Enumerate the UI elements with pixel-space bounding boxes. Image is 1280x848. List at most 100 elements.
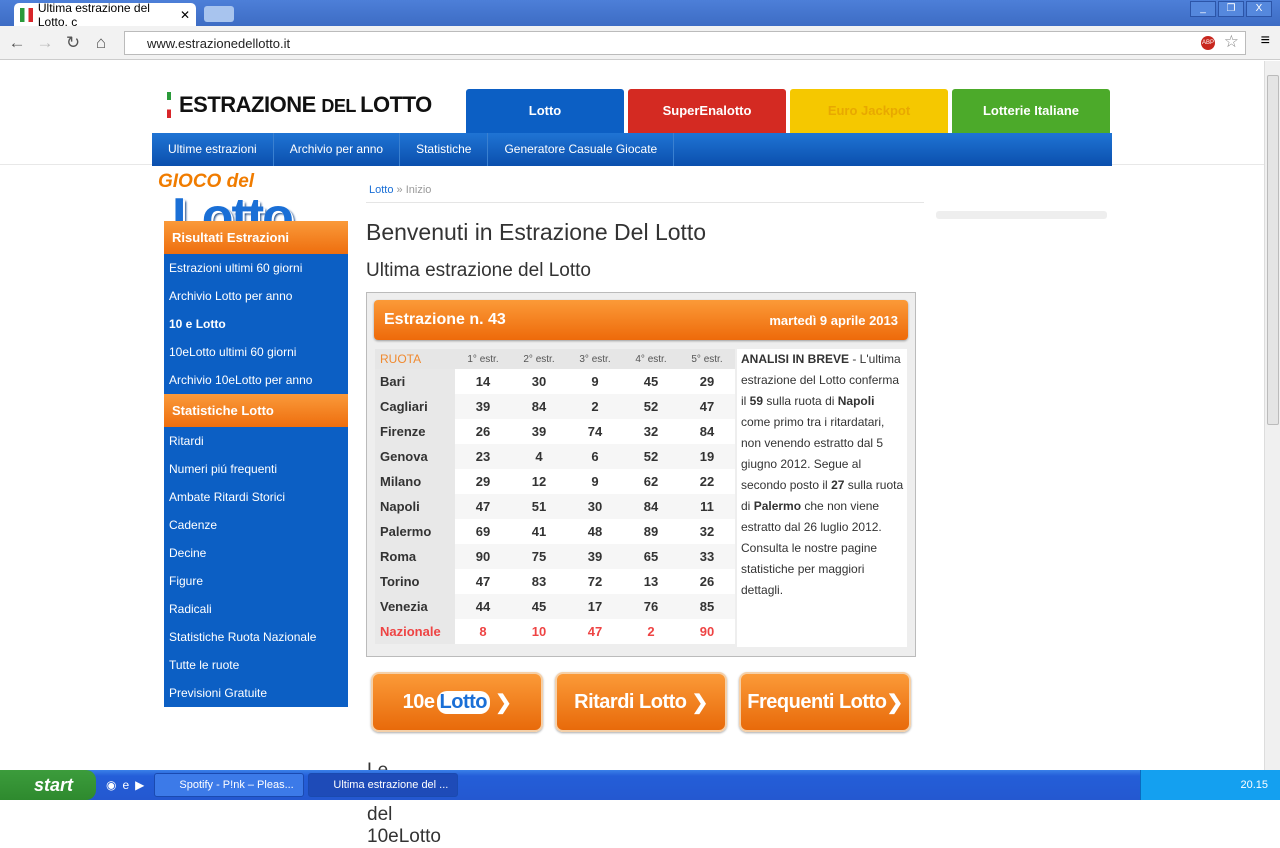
table-row: Nazionale 8 10 47 2 90 — [375, 619, 735, 644]
subnav-item[interactable]: Statistiche — [400, 133, 489, 166]
bookmark-star-icon[interactable]: ☆ — [1224, 32, 1239, 52]
number-cell: 39 — [587, 549, 603, 564]
number-cell: 30 — [531, 374, 547, 389]
number-cell: 89 — [643, 524, 659, 539]
number-cell: 33 — [699, 549, 715, 564]
number-cell: 62 — [643, 474, 659, 489]
ruota-name: Palermo — [375, 519, 455, 544]
game-tab-1[interactable]: SuperEnalotto — [628, 89, 786, 133]
number-cell: 22 — [699, 474, 715, 489]
game-tab-0[interactable]: Lotto — [466, 89, 624, 133]
close-tab-icon[interactable]: ✕ — [180, 8, 190, 22]
number-cell: 45 — [531, 599, 547, 614]
number-cell: 44 — [475, 599, 491, 614]
scrollbar[interactable] — [1264, 61, 1280, 770]
game-tab-3[interactable]: Lotterie Italiane — [952, 89, 1110, 133]
ruota-name: Bari — [375, 369, 455, 394]
table-row: Palermo 69 41 48 89 32 — [375, 519, 735, 544]
ruota-name: Firenze — [375, 419, 455, 444]
address-bar[interactable]: www.estrazionedellotto.it ABP ☆ — [124, 31, 1246, 55]
column-header: 1° estr. — [455, 349, 511, 369]
sidebar-item[interactable]: Ritardi — [164, 427, 348, 455]
reload-icon[interactable]: ↻ — [62, 33, 84, 53]
subnav-item[interactable]: Archivio per anno — [274, 133, 401, 166]
minimize-button[interactable]: _ — [1190, 1, 1216, 17]
main-content: Lotto » Inizio Benvenuti in Estrazione D… — [366, 171, 924, 657]
table-row: Venezia 44 45 17 76 85 — [375, 594, 735, 619]
sidebar-item[interactable]: Decine — [164, 539, 348, 567]
ritardi-lotto-button[interactable]: Ritardi Lotto ❯ — [555, 672, 727, 732]
page-title: Benvenuti in Estrazione Del Lotto — [366, 219, 707, 245]
subnav-item[interactable]: Generatore Casuale Giocate — [488, 133, 675, 166]
sidebar-item[interactable]: Estrazioni ultimi 60 giorni — [164, 254, 348, 282]
forward-icon[interactable]: → — [34, 33, 56, 53]
url-text: www.estrazionedellotto.it — [147, 35, 291, 51]
number-cell: 10 — [531, 624, 547, 639]
start-button[interactable]: start — [0, 770, 96, 800]
close-window-button[interactable]: X — [1246, 1, 1272, 17]
number-cell: 83 — [531, 574, 547, 589]
number-cell: 8 — [479, 624, 487, 639]
system-tray: 20.15 — [1140, 770, 1280, 800]
sidebar-item[interactable]: Tutte le ruote — [164, 651, 348, 679]
number-cell: 74 — [587, 424, 603, 439]
number-cell: 4 — [535, 449, 543, 464]
number-cell: 13 — [643, 574, 659, 589]
ie-quicklaunch-icon[interactable]: e — [122, 778, 129, 792]
sidebar-item[interactable]: Cadenze — [164, 511, 348, 539]
sidebar-item[interactable]: Statistiche Ruota Nazionale — [164, 623, 348, 651]
number-cell: 32 — [699, 524, 715, 539]
media-quicklaunch-icon[interactable]: ▶ — [135, 778, 144, 792]
column-header: 3° estr. — [567, 349, 623, 369]
sidebar-item[interactable]: Radicali — [164, 595, 348, 623]
frequenti-lotto-button[interactable]: Frequenti Lotto ❯ — [739, 672, 911, 732]
table-row: Torino 47 83 72 13 26 — [375, 569, 735, 594]
new-tab-button[interactable] — [204, 6, 234, 22]
task-spotify[interactable]: Spotify - P!nk – Pleas... — [154, 773, 305, 797]
number-cell: 39 — [475, 399, 491, 414]
sidebar-item[interactable]: Numeri piú frequenti — [164, 455, 348, 483]
sidebar-item[interactable]: Figure — [164, 567, 348, 595]
draw-date: martedì 9 aprile 2013 — [769, 312, 898, 328]
table-row: Cagliari 39 84 2 52 47 — [375, 394, 735, 419]
menu-icon[interactable]: ≡ — [1261, 32, 1270, 50]
number-cell: 29 — [475, 474, 491, 489]
number-cell: 6 — [591, 449, 599, 464]
ruota-name: Napoli — [375, 494, 455, 519]
table-row: Roma 90 75 39 65 33 — [375, 544, 735, 569]
sidebar: GIOCO del Lotto Risultati Estrazioni Estra… — [158, 171, 354, 707]
breadcrumb: Lotto » Inizio — [366, 171, 924, 203]
breadcrumb-lotto-link[interactable]: Lotto — [369, 184, 393, 196]
subnav-item[interactable]: Ultime estrazioni — [152, 133, 274, 166]
maximize-button[interactable]: ❐ — [1218, 1, 1244, 17]
number-cell: 39 — [531, 424, 547, 439]
number-cell: 29 — [699, 374, 715, 389]
sidebar-item[interactable]: Archivio 10eLotto per anno — [164, 366, 348, 394]
table-row: Bari 14 30 9 45 29 — [375, 369, 735, 394]
number-cell: 72 — [587, 574, 603, 589]
column-header: 5° estr. — [679, 349, 735, 369]
10elotto-button[interactable]: 10e Lotto ❯ — [371, 672, 543, 732]
home-icon[interactable]: ⌂ — [90, 33, 112, 53]
number-cell: 9 — [591, 374, 599, 389]
adblock-icon[interactable]: ABP — [1201, 36, 1215, 50]
promo-buttons: 10e Lotto ❯ Ritardi Lotto ❯ Frequenti Lot… — [371, 672, 911, 732]
number-cell: 26 — [699, 574, 715, 589]
chrome-quicklaunch-icon[interactable]: ◉ — [106, 778, 116, 792]
number-cell: 19 — [699, 449, 715, 464]
task-chrome[interactable]: Ultima estrazione del ... — [308, 773, 459, 797]
number-cell: 23 — [475, 449, 491, 464]
ruota-name: Roma — [375, 544, 455, 569]
browser-titlebar: Ultima estrazione del Lotto, c ✕ _ ❐ X — [0, 0, 1280, 29]
sidebar-item[interactable]: Ambate Ritardi Storici — [164, 483, 348, 511]
browser-tab[interactable]: Ultima estrazione del Lotto, c ✕ — [14, 0, 196, 29]
site-logo[interactable]: ESTRAZIONE DEL LOTTO — [167, 92, 432, 118]
game-tab-2[interactable]: Euro Jackpot — [790, 89, 948, 133]
tab-title: Ultima estrazione del Lotto, c — [37, 0, 150, 29]
sidebar-item[interactable]: 10 e Lotto — [164, 310, 348, 338]
back-icon[interactable]: ← — [6, 33, 28, 53]
sidebar-item[interactable]: Archivio Lotto per anno — [164, 282, 348, 310]
number-cell: 84 — [643, 499, 659, 514]
sidebar-item[interactable]: 10eLotto ultimi 60 giorni — [164, 338, 348, 366]
sidebar-item[interactable]: Previsioni Gratuite — [164, 679, 348, 707]
